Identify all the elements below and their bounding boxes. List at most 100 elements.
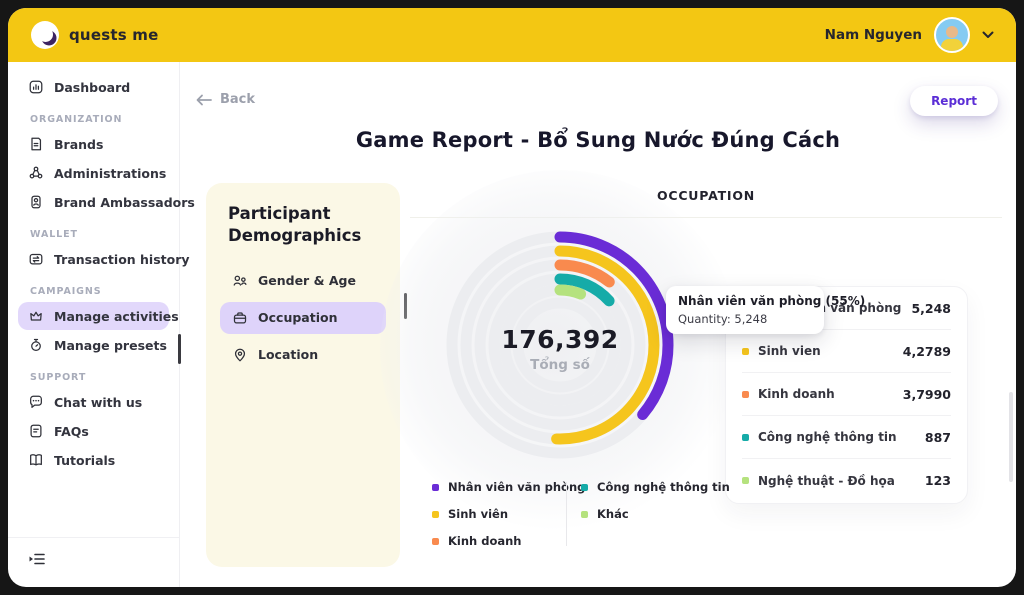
- tab-location[interactable]: Location: [220, 339, 386, 371]
- sidebar-item-label: Administrations: [54, 166, 166, 181]
- topbar: quests me Nam Nguyen: [8, 8, 1016, 62]
- main-scrollbar-thumb[interactable]: [1009, 392, 1013, 482]
- chart-center: 176,392 Tổng số: [500, 325, 620, 373]
- series-color-dot: [742, 477, 749, 484]
- crown-icon: [28, 308, 44, 324]
- sidebar-footer: [8, 537, 179, 587]
- legend-item[interactable]: Kinh doanh: [432, 534, 566, 548]
- transaction-history-icon: [28, 251, 44, 267]
- legend-color-dot: [581, 511, 588, 518]
- demographics-title: Participant Demographics: [228, 203, 400, 247]
- legend-color-dot: [432, 538, 439, 545]
- occupation-chart-section: OCCUPATION 176,392 Tổng số Nhân viên văn…: [410, 180, 1002, 580]
- sidebar-item-label: Chat with us: [54, 395, 142, 410]
- sidebar-item-dashboard[interactable]: Dashboard: [18, 73, 169, 101]
- sidebar-item-faqs[interactable]: FAQs: [18, 417, 169, 445]
- legend-color-dot: [432, 484, 439, 491]
- table-row[interactable]: Công nghệ thông tin 887: [742, 416, 951, 459]
- brand-name: quests me: [69, 26, 158, 44]
- row-label: Nghệ thuật - Đồ họa: [758, 474, 895, 488]
- legend-label: Công nghệ thông tin: [597, 480, 730, 494]
- series-color-dot: [742, 391, 749, 398]
- user-name: Nam Nguyen: [825, 27, 922, 43]
- sidebar-item-label: Manage activities: [54, 309, 179, 324]
- participant-demographics-panel: Participant Demographics Gender & Age Oc…: [206, 183, 400, 567]
- dashboard-icon: [28, 79, 44, 95]
- sidebar-item-label: Manage presets: [54, 338, 167, 353]
- sidebar-section-support: SUPPORT: [30, 372, 179, 383]
- row-value: 123: [925, 473, 951, 488]
- brand-logo-icon: [30, 20, 60, 50]
- book-icon: [28, 452, 44, 468]
- row-label: Kinh doanh: [758, 387, 835, 401]
- legend-color-dot: [432, 511, 439, 518]
- legend-label: Nhân viên văn phòng: [448, 480, 585, 494]
- collapse-sidebar-icon[interactable]: [28, 551, 46, 571]
- page-title: Game Report - Bổ Sung Nước Đúng Cách: [180, 128, 1016, 152]
- legend-item[interactable]: Khác: [581, 507, 715, 521]
- sidebar-item-manage-presets[interactable]: Manage presets: [18, 331, 169, 359]
- table-row[interactable]: Sinh vien 4,2789: [742, 330, 951, 373]
- row-value: 887: [925, 430, 951, 445]
- legend-item[interactable]: Sinh viên: [432, 507, 566, 521]
- avatar[interactable]: [934, 17, 970, 53]
- back-button[interactable]: Back: [196, 92, 255, 107]
- back-arrow-icon: [196, 94, 212, 106]
- chart-tooltip: Nhân viên văn phòng (55%) Quantity: 5,24…: [666, 286, 824, 334]
- stopwatch-icon: [28, 337, 44, 353]
- sidebar-item-transaction-history[interactable]: Transaction history: [18, 245, 169, 273]
- sidebar-item-label: Tutorials: [54, 453, 115, 468]
- screen: quests me Nam Nguyen Dashboard ORGANIZAT…: [0, 0, 1024, 595]
- tab-occupation[interactable]: Occupation: [220, 302, 386, 334]
- sidebar-item-brands[interactable]: Brands: [18, 130, 169, 158]
- brand-ambassadors-icon: [28, 194, 44, 210]
- brands-icon: [28, 136, 44, 152]
- sidebar-item-administrations[interactable]: Administrations: [18, 159, 169, 187]
- row-label: Công nghệ thông tin: [758, 430, 897, 444]
- table-row[interactable]: Kinh doanh 3,7990: [742, 373, 951, 416]
- main-content: Back Report Game Report - Bổ Sung Nước Đ…: [180, 62, 1016, 587]
- sidebar-item-manage-activities[interactable]: Manage activities: [18, 302, 169, 330]
- chevron-down-icon[interactable]: [982, 31, 994, 39]
- sidebar: Dashboard ORGANIZATION Brands Administra…: [8, 62, 180, 587]
- app-window: quests me Nam Nguyen Dashboard ORGANIZAT…: [8, 8, 1016, 587]
- gender-age-icon: [232, 273, 248, 289]
- legend-label: Khác: [597, 507, 629, 521]
- report-button[interactable]: Report: [910, 86, 998, 116]
- sidebar-section-campaigns: CAMPAIGNS: [30, 286, 179, 297]
- brand-logo[interactable]: quests me: [30, 20, 158, 50]
- tab-label: Location: [258, 347, 318, 362]
- tab-gender-age[interactable]: Gender & Age: [220, 265, 386, 297]
- row-value: 3,7990: [903, 387, 951, 402]
- total-label: Tổng số: [500, 357, 620, 373]
- series-color-dot: [742, 348, 749, 355]
- sidebar-item-chat-with-us[interactable]: Chat with us: [18, 388, 169, 416]
- tab-label: Occupation: [258, 310, 337, 325]
- sidebar-item-label: Brand Ambassadors: [54, 195, 195, 210]
- sidebar-item-tutorials[interactable]: Tutorials: [18, 446, 169, 474]
- table-row[interactable]: Nghệ thuật - Đồ họa 123: [742, 459, 951, 502]
- sidebar-section-organization: ORGANIZATION: [30, 114, 179, 125]
- sidebar-section-wallet: WALLET: [30, 229, 179, 240]
- back-label: Back: [220, 92, 255, 107]
- total-value: 176,392: [500, 325, 620, 354]
- sidebar-item-label: Transaction history: [54, 252, 190, 267]
- chart-legend: Nhân viên văn phòng Sinh viên Kinh doanh…: [432, 480, 715, 548]
- sidebar-item-label: Dashboard: [54, 80, 130, 95]
- chat-icon: [28, 394, 44, 410]
- administrations-icon: [28, 165, 44, 181]
- legend-item[interactable]: Nhân viên văn phòng: [432, 480, 566, 494]
- legend-item[interactable]: Công nghệ thông tin: [581, 480, 715, 494]
- row-label: Sinh vien: [758, 344, 821, 358]
- sidebar-item-brand-ambassadors[interactable]: Brand Ambassadors: [18, 188, 169, 216]
- faq-document-icon: [28, 423, 44, 439]
- user-menu[interactable]: Nam Nguyen: [825, 17, 994, 53]
- avatar-figure-body: [941, 39, 963, 53]
- briefcase-icon: [232, 310, 248, 326]
- sidebar-item-label: FAQs: [54, 424, 89, 439]
- tab-label: Gender & Age: [258, 273, 356, 288]
- tooltip-title: Nhân viên văn phòng (55%): [678, 294, 812, 308]
- legend-color-dot: [581, 484, 588, 491]
- row-value: 4,2789: [903, 344, 951, 359]
- location-pin-icon: [232, 347, 248, 363]
